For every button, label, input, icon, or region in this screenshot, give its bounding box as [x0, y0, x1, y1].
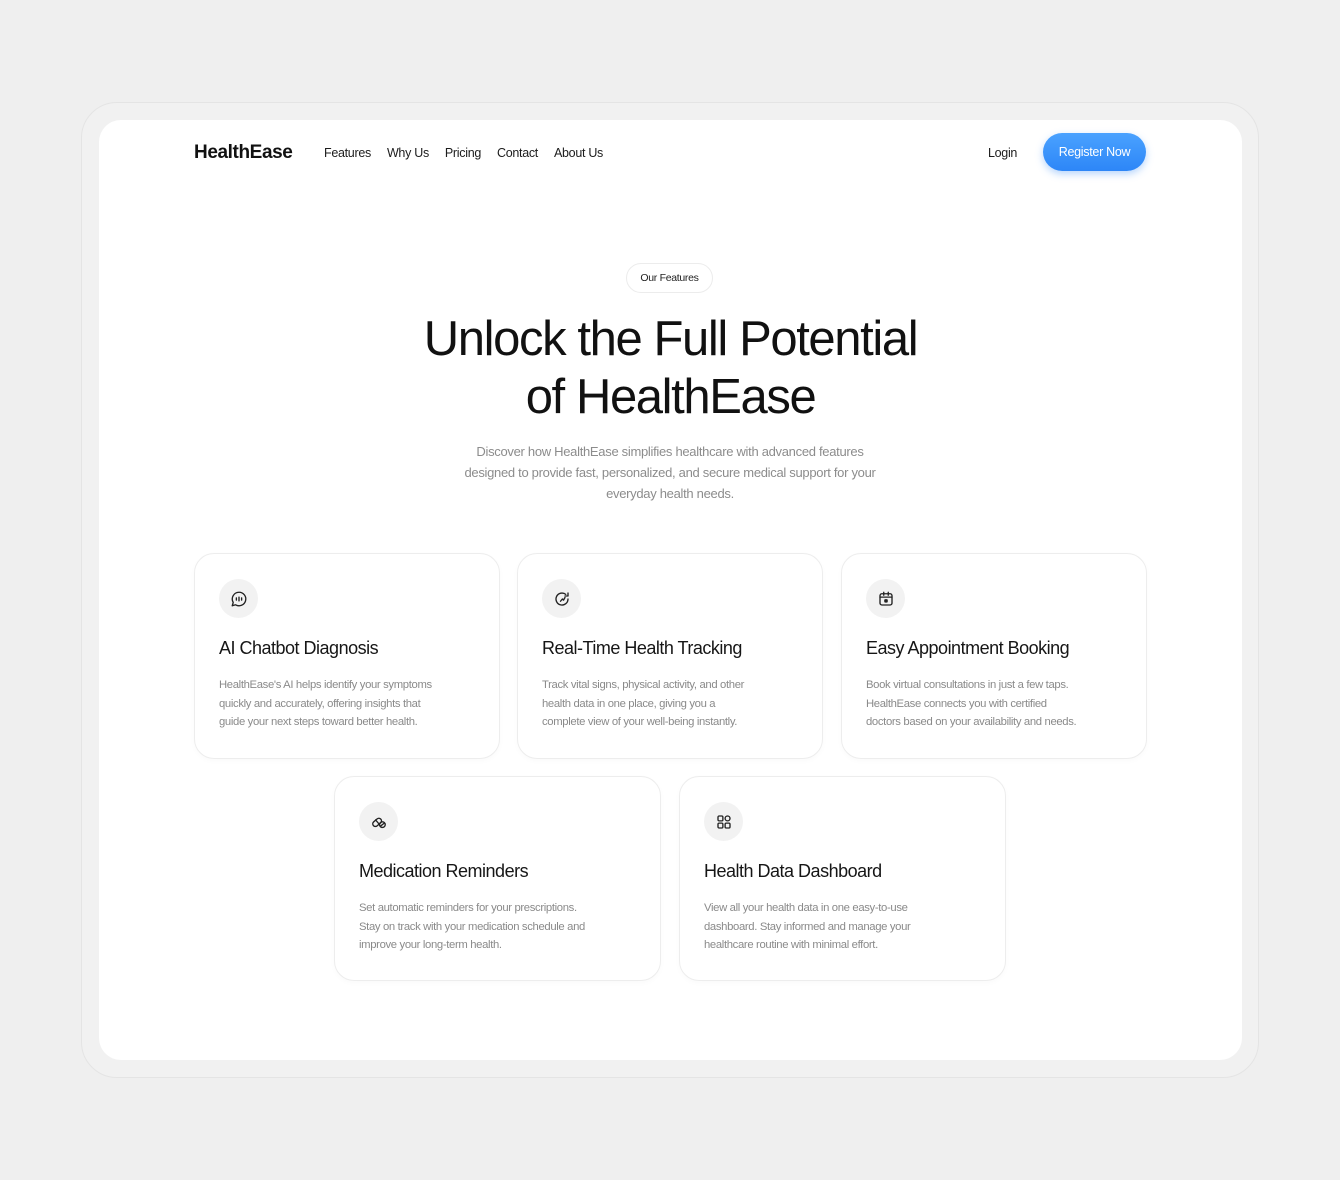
dashboard-grid-icon: [704, 802, 743, 841]
feature-description-line: quickly and accurately, offering insight…: [219, 697, 421, 710]
feature-title: Medication Reminders: [359, 861, 529, 881]
feature-title: Health Data Dashboard: [704, 861, 882, 881]
calendar-icon: [866, 579, 905, 618]
landing-page: HealthEase Features Why Us Pricing Conta…: [99, 120, 1242, 1060]
feature-description-line: Stay on track with your medication sched…: [359, 920, 585, 933]
feature-description-line: View all your health data in one easy-to…: [704, 902, 908, 914]
feature-description-line: Book virtual consultations in just a few…: [866, 679, 1069, 691]
feature-description: HealthEase's AI helps identify your symp…: [219, 676, 481, 732]
hero-description: Discover how HealthEase simplifies healt…: [420, 441, 920, 504]
feature-description-line: HealthEase's AI helps identify your symp…: [219, 679, 432, 691]
hero-title-line-2: of HealthEase: [525, 370, 817, 424]
feature-description-line: Set automatic reminders for your prescri…: [359, 902, 577, 914]
nav-link-why-us[interactable]: Why Us: [387, 146, 429, 160]
feature-description: View all your health data in one easy-to…: [704, 899, 984, 955]
feature-description: Book virtual consultations in just a few…: [866, 676, 1128, 732]
feature-description: Track vital signs, physical activity, an…: [542, 676, 804, 732]
pill-icon: [359, 802, 398, 841]
hero-title: Unlock the Full Potential of HealthEase: [269, 310, 1072, 426]
feature-description: Set automatic reminders for your prescri…: [359, 899, 639, 955]
feature-title: Easy Appointment Booking: [866, 638, 1070, 658]
nav-link-features[interactable]: Features: [324, 146, 371, 160]
nav-link-about-us[interactable]: About Us: [554, 146, 603, 160]
feature-description-line: dashboard. Stay informed and manage your: [704, 920, 911, 933]
feature-description-line: improve your long-term health.: [359, 939, 502, 952]
feature-description-line: Track vital signs, physical activity, an…: [542, 679, 745, 691]
feature-description-line: HealthEase connects you with certified: [866, 697, 1047, 710]
hero-description-line: designed to provide fast, personalized, …: [464, 465, 876, 480]
logo[interactable]: HealthEase: [194, 142, 293, 164]
login-link[interactable]: Login: [988, 146, 1017, 160]
section-badge: Our Features: [626, 263, 713, 293]
hero-title-line-1: Unlock the Full Potential: [423, 312, 919, 366]
feature-card-medication-reminders[interactable]: Medication Reminders Set automatic remin…: [334, 776, 661, 981]
register-now-button[interactable]: Register Now: [1043, 133, 1146, 171]
hero-description-line: everyday health needs.: [606, 486, 734, 501]
chat-bubble-icon: [219, 579, 258, 618]
feature-description-line: complete view of your well-being instant…: [542, 716, 738, 729]
feature-description-line: health data in one place, giving you a: [542, 697, 716, 710]
hero-description-line: Discover how HealthEase simplifies healt…: [476, 444, 864, 459]
feature-card-appointment-booking[interactable]: Easy Appointment Booking Book virtual co…: [841, 553, 1147, 759]
nav-link-contact[interactable]: Contact: [497, 146, 538, 160]
feature-card-health-dashboard[interactable]: Health Data Dashboard View all your heal…: [679, 776, 1006, 981]
nav-link-pricing[interactable]: Pricing: [445, 146, 481, 160]
feature-card-health-tracking[interactable]: Real-Time Health Tracking Track vital si…: [517, 553, 823, 759]
feature-title: Real-Time Health Tracking: [542, 638, 742, 658]
feature-title: AI Chatbot Diagnosis: [219, 638, 379, 658]
feature-description-line: healthcare routine with minimal effort.: [704, 939, 878, 952]
main-nav: Features Why Us Pricing Contact About Us: [324, 146, 603, 160]
refresh-pulse-icon: [542, 579, 581, 618]
feature-description-line: doctors based on your availability and n…: [866, 716, 1077, 729]
feature-description-line: guide your next steps toward better heal…: [219, 716, 418, 729]
feature-card-ai-chatbot[interactable]: AI Chatbot Diagnosis HealthEase's AI hel…: [194, 553, 500, 759]
